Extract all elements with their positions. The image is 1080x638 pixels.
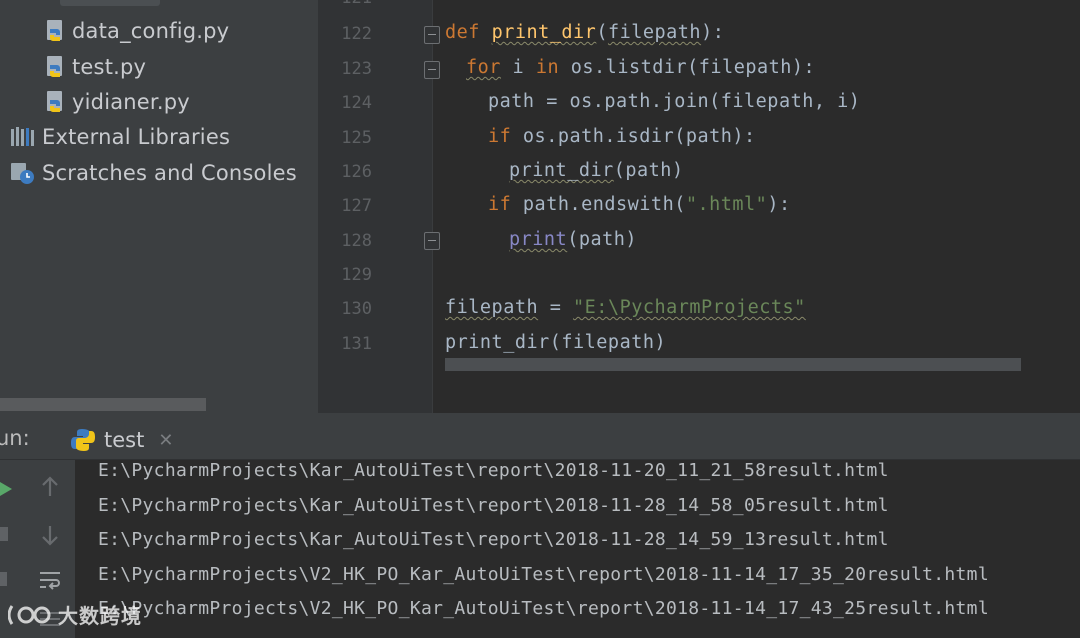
tree-item-partial xyxy=(60,0,160,6)
code-text: os.path.isdir(path): xyxy=(511,126,756,147)
line-number: 129 xyxy=(341,265,372,285)
python-file-icon xyxy=(47,56,62,77)
code-line-123[interactable]: for i in os.listdir(filepath): xyxy=(466,57,815,78)
watermark-text: 大数跨境 xyxy=(58,604,142,628)
code-line-126[interactable]: print_dir(path) xyxy=(509,160,684,181)
tree-file-label: data_config.py xyxy=(72,19,230,43)
keyword-for: for xyxy=(466,57,501,78)
close-icon[interactable]: ✕ xyxy=(158,430,173,451)
tree-item-label: Scratches and Consoles xyxy=(42,161,297,185)
console-line: E:\PycharmProjects\Kar_AutoUiTest\report… xyxy=(98,529,889,550)
soft-wrap-icon xyxy=(40,572,60,590)
code-line-124[interactable]: path = os.path.join(filepath, i) xyxy=(488,91,860,112)
variable-filepath: filepath xyxy=(445,297,539,318)
console-line: E:\PycharmProjects\Kar_AutoUiTest\report… xyxy=(98,495,889,516)
code-text: path.endswith( xyxy=(511,194,686,215)
editor-horizontal-scrollbar[interactable] xyxy=(445,358,1021,371)
code-line-122[interactable]: def print_dir(filepath): xyxy=(445,22,724,43)
code-line-125[interactable]: if os.path.isdir(path): xyxy=(488,126,756,147)
tree-file-label: yidianer.py xyxy=(72,90,190,114)
keyword-if: if xyxy=(488,194,512,215)
fold-marker[interactable] xyxy=(424,61,440,79)
python-file-icon xyxy=(47,91,62,112)
tree-external-libraries[interactable]: External Libraries xyxy=(10,120,230,154)
code-text: (path) xyxy=(567,229,638,250)
run-console-output[interactable]: E:\PycharmProjects\Kar_AutoUiTest\report… xyxy=(75,460,1080,638)
keyword-def: def xyxy=(445,22,480,43)
string-literal: "E:\PycharmProjects" xyxy=(573,297,806,318)
code-line-127[interactable]: if path.endswith(".html"): xyxy=(488,194,791,215)
line-number: 128 xyxy=(341,231,372,251)
line-number: 123 xyxy=(341,59,372,79)
tree-item-label: External Libraries xyxy=(42,125,231,149)
arrow-down-icon xyxy=(42,526,58,546)
run-tool-window-header: un: test ✕ xyxy=(0,421,1080,460)
console-line: E:\PycharmProjects\V2_HK_PO_Kar_AutoUiTe… xyxy=(98,598,989,619)
scroll-down-button[interactable] xyxy=(38,522,62,548)
library-icon xyxy=(11,127,34,146)
console-line: E:\PycharmProjects\V2_HK_PO_Kar_AutoUiTe… xyxy=(98,564,989,585)
tree-file-yidianer[interactable]: yidianer.py xyxy=(44,85,190,119)
line-number: 125 xyxy=(341,128,372,148)
tree-scratches-consoles[interactable]: Scratches and Consoles xyxy=(10,156,297,190)
line-number: 122 xyxy=(341,24,372,44)
python-file-icon xyxy=(47,20,62,41)
line-number: 124 xyxy=(341,93,372,113)
scroll-up-button[interactable] xyxy=(38,474,62,500)
tree-file-data-config[interactable]: data_config.py xyxy=(44,14,229,48)
run-label: un: xyxy=(0,426,30,450)
pin-button[interactable] xyxy=(0,570,10,588)
code-text: ): xyxy=(767,194,791,215)
param: filepath xyxy=(607,22,702,43)
string-literal: ".html" xyxy=(685,194,768,215)
arrow-up-icon xyxy=(42,476,58,496)
project-tool-window: data_config.py test.py yidianer.py Exter… xyxy=(0,0,318,413)
code-line-131[interactable]: print_dir(filepath) xyxy=(445,332,666,353)
soft-wrap-button[interactable] xyxy=(36,566,64,594)
stop-button[interactable] xyxy=(0,526,10,542)
line-number: 126 xyxy=(341,162,372,182)
project-horizontal-scrollbar[interactable] xyxy=(0,398,206,411)
rerun-button[interactable] xyxy=(0,480,12,498)
code-text: (path) xyxy=(613,160,684,181)
panel-divider[interactable] xyxy=(0,413,1080,421)
code-text: = xyxy=(538,297,574,318)
builtin-print: print xyxy=(509,229,568,250)
python-icon xyxy=(71,429,95,451)
pin-icon xyxy=(0,572,7,586)
console-line: E:\PycharmProjects\Kar_AutoUiTest\report… xyxy=(98,460,889,481)
scratches-icon xyxy=(11,163,34,184)
keyword-in: in xyxy=(535,57,560,78)
play-icon xyxy=(0,482,12,496)
tree-file-label: test.py xyxy=(72,55,147,79)
code-line-128[interactable]: print(path) xyxy=(509,229,637,250)
line-number: 130 xyxy=(341,299,372,319)
watermark: 大数跨境 xyxy=(8,600,142,629)
run-tab-test[interactable]: test ✕ xyxy=(70,421,173,459)
code-text: i xyxy=(500,57,536,78)
line-number: 131 xyxy=(341,334,372,354)
watermark-logo-icon xyxy=(8,604,51,625)
line-number: 121 xyxy=(326,0,372,8)
code-text: os.listdir(filepath): xyxy=(559,57,816,78)
tree-file-test[interactable]: test.py xyxy=(44,50,146,84)
function-name: print_dir xyxy=(491,22,597,43)
keyword-if: if xyxy=(488,126,512,147)
function-call: print_dir xyxy=(509,160,614,181)
line-number: 127 xyxy=(341,196,372,216)
code-editor[interactable]: 121 122 123 124 125 126 127 128 129 130 … xyxy=(318,0,1080,413)
fold-marker[interactable] xyxy=(424,232,440,250)
fold-marker[interactable] xyxy=(424,26,440,44)
run-tab-label: test xyxy=(104,428,145,452)
stop-icon xyxy=(0,527,8,541)
code-line-130[interactable]: filepath = "E:\PycharmProjects" xyxy=(445,297,806,318)
